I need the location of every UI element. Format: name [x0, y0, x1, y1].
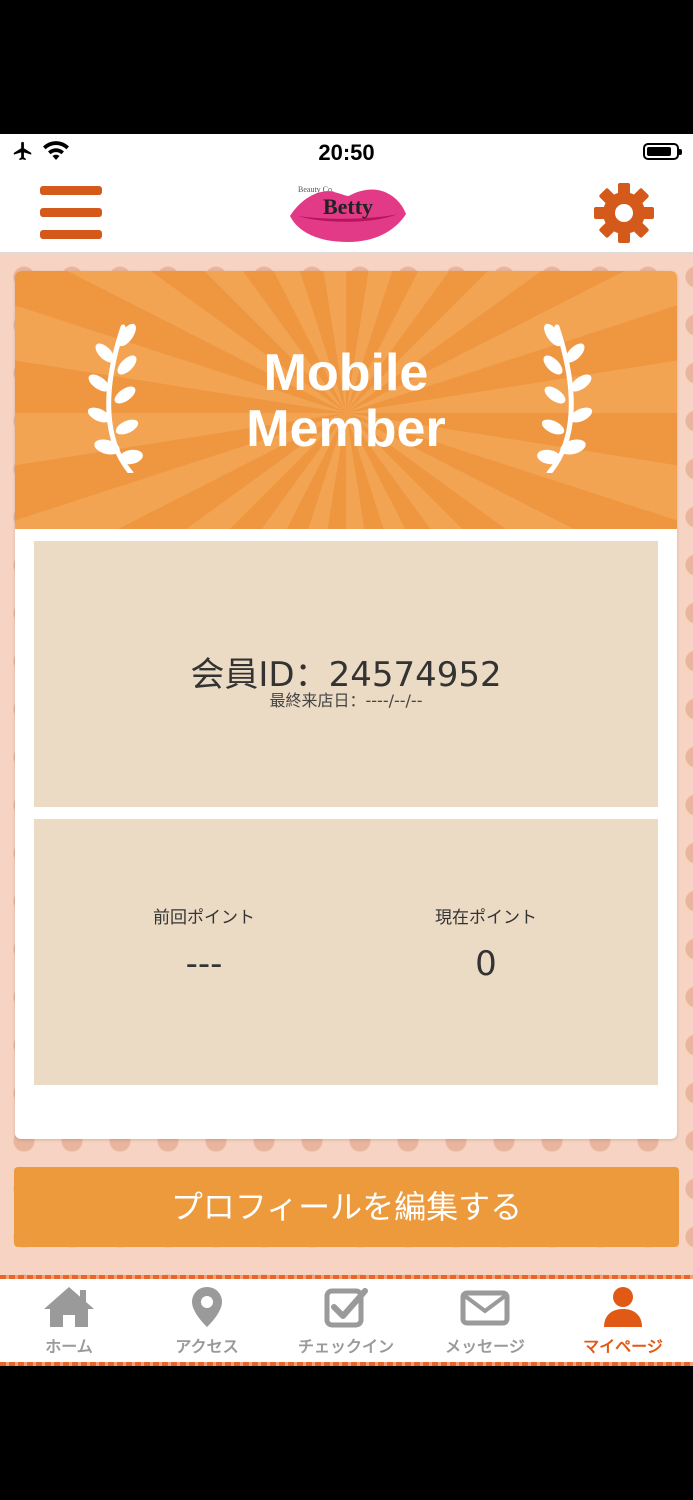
status-time: 20:50 [318, 140, 375, 165]
mail-icon [460, 1290, 510, 1326]
tab-label: アクセス [175, 1337, 239, 1356]
current-points: 現在ポイント 0 [361, 903, 611, 984]
tab-label: ホーム [45, 1337, 93, 1356]
tab-access[interactable]: アクセス [138, 1285, 276, 1363]
hamburger-line [40, 186, 102, 195]
tab-mypage[interactable]: マイページ [554, 1285, 692, 1363]
logo-subtext: Beauty Co. [298, 185, 334, 194]
edit-profile-button[interactable]: プロフィールを編集する [14, 1167, 679, 1247]
current-points-value: 0 [475, 944, 497, 984]
hamburger-line [40, 208, 102, 217]
laurel-right-icon [537, 323, 593, 473]
member-id-panel: 会員ID：24574952 最終来店日：----/--/-- [34, 541, 658, 807]
tab-home[interactable]: ホーム [0, 1285, 138, 1363]
current-points-label: 現在ポイント [435, 908, 537, 928]
user-icon [604, 1287, 642, 1327]
battery-icon [643, 143, 682, 160]
points-panel: 前回ポイント --- 現在ポイント 0 [34, 819, 658, 1085]
app-screen: 20:50 Beauty Co. Betty Mobile Member 会員I… [0, 134, 693, 1366]
tab-label: チェックイン [297, 1337, 394, 1356]
member-banner: Mobile Member [15, 271, 677, 529]
previous-points-label: 前回ポイント [153, 908, 255, 928]
map-pin-icon [192, 1287, 222, 1327]
tab-messages[interactable]: メッセージ [416, 1285, 554, 1363]
tab-label: マイページ [583, 1337, 663, 1356]
tab-label: メッセージ [445, 1337, 525, 1356]
bottom-tab-bar: ホーム アクセス チェックイン メッセージ マイページ [0, 1275, 693, 1366]
betty-logo[interactable]: Beauty Co. Betty [284, 178, 410, 248]
status-bar: 20:50 [0, 134, 693, 174]
home-icon [44, 1287, 94, 1327]
app-header: Beauty Co. Betty [0, 174, 693, 253]
member-card: Mobile Member 会員ID：24574952 最終来店日：----/-… [15, 271, 677, 1139]
menu-button[interactable] [40, 186, 102, 240]
tab-checkin[interactable]: チェックイン [277, 1285, 415, 1363]
previous-points: 前回ポイント --- [79, 903, 329, 984]
previous-points-value: --- [185, 944, 223, 984]
checkin-icon [324, 1288, 368, 1328]
logo-text: Betty [323, 194, 373, 219]
settings-gear-icon[interactable] [593, 182, 655, 244]
hamburger-line [40, 230, 102, 239]
last-visit-date: 最終来店日：----/--/-- [269, 691, 423, 710]
main-content: Mobile Member 会員ID：24574952 最終来店日：----/-… [0, 253, 693, 1275]
